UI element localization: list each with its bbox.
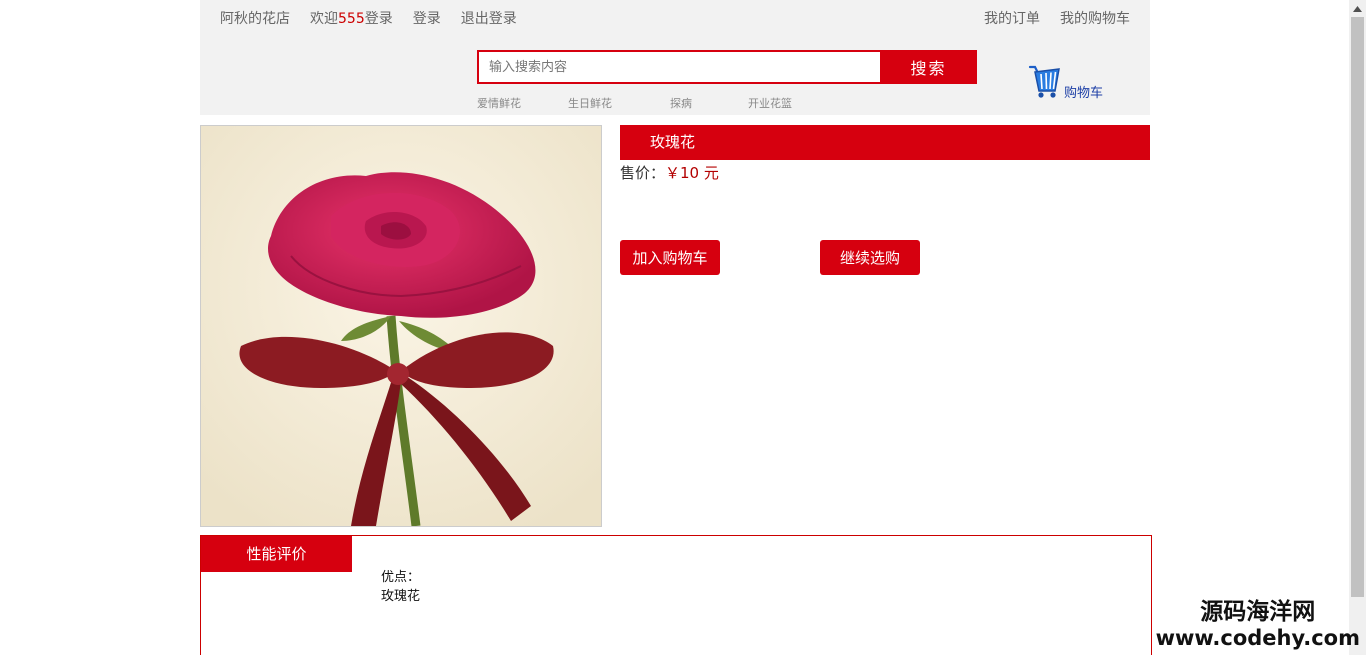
price-label: 售价： [620,164,666,182]
shop-name-link[interactable]: 阿秋的花店 [220,8,290,28]
review-section: 性能评价 优点： 玫瑰花 [200,535,1152,655]
cart-link[interactable]: 购物车 [1028,63,1103,103]
header: 阿秋的花店 欢迎555登录 登录 退出登录 我的订单 我的购物车 搜索 爱情鲜花… [200,0,1150,115]
my-orders-link[interactable]: 我的订单 [984,8,1040,28]
welcome-prefix: 欢迎 [310,11,338,27]
product-image [200,125,602,527]
welcome-text: 欢迎555登录 [310,8,393,28]
price-row: 售价：￥10 元 [620,162,719,183]
advantage-text: 玫瑰花 [381,589,421,604]
logout-link[interactable]: 退出登录 [461,8,517,28]
page: 阿秋的花店 欢迎555登录 登录 退出登录 我的订单 我的购物车 搜索 爱情鲜花… [0,0,1366,655]
topnav-right: 我的订单 我的购物车 [984,8,1130,28]
topnav-left: 阿秋的花店 欢迎555登录 登录 退出登录 [220,8,517,28]
username: 555 [338,11,365,27]
search-button[interactable]: 搜索 [880,50,977,84]
add-to-cart-button[interactable]: 加入购物车 [620,240,720,275]
welcome-suffix: 登录 [364,11,393,27]
cart-label: 购物车 [1064,86,1104,101]
hot-link-love[interactable]: 爱情鲜花 [477,95,521,111]
watermark: 源码海洋网 www.codehy.com [1156,598,1360,650]
scroll-thumb[interactable] [1351,17,1364,597]
hot-link-visit-sick[interactable]: 探病 [670,95,692,111]
watermark-url: www.codehy.com [1155,626,1360,650]
scroll-up-arrow-icon[interactable] [1349,0,1366,17]
review-content: 优点： 玫瑰花 [381,568,420,606]
price-value: ￥10 元 [665,164,719,182]
watermark-title: 源码海洋网 [1200,599,1316,625]
product-title: 玫瑰花 [620,125,1150,160]
my-cart-link[interactable]: 我的购物车 [1060,8,1130,28]
vertical-scrollbar[interactable] [1349,0,1366,655]
hot-link-birthday[interactable]: 生日鲜花 [568,95,612,111]
shopping-basket-icon [1028,63,1062,103]
continue-shopping-button[interactable]: 继续选购 [820,240,920,275]
search-bar: 搜索 [477,50,977,84]
search-input[interactable] [477,50,880,84]
advantage-label: 优点： [381,570,421,585]
hot-link-opening[interactable]: 开业花篮 [748,95,792,111]
tab-review[interactable]: 性能评价 [201,536,352,572]
login-link[interactable]: 登录 [413,8,441,28]
